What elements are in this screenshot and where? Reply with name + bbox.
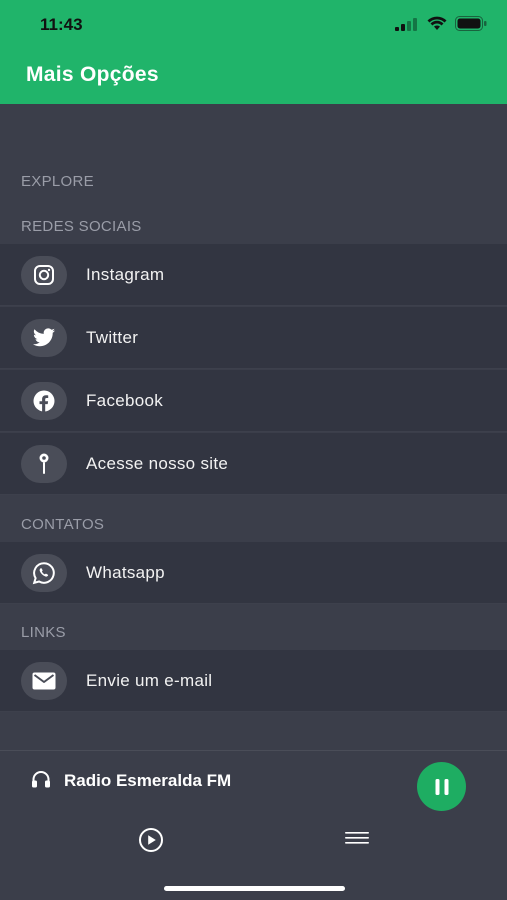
list-item-twitter[interactable]: Twitter: [0, 307, 507, 369]
item-label: Twitter: [86, 327, 139, 347]
twitter-icon: [33, 327, 55, 346]
section-links: LINKS: [21, 624, 66, 641]
wifi-icon: [427, 16, 447, 30]
item-label: Facebook: [86, 390, 164, 410]
list-item-facebook[interactable]: Facebook: [0, 370, 507, 432]
home-indicator: [164, 886, 345, 891]
mail-icon: [32, 672, 56, 689]
pin-icon: [39, 453, 49, 474]
list-item-site[interactable]: Acesse nosso site: [0, 433, 507, 495]
player-bar: Radio Esmeralda FM: [0, 750, 507, 900]
item-label: Whatsapp: [86, 562, 165, 582]
status-time: 11:43: [40, 15, 83, 34]
item-label: Instagram: [86, 264, 165, 284]
menu-icon[interactable]: [345, 830, 369, 846]
instagram-icon: [34, 264, 54, 285]
item-label: Envie um e-mail: [86, 670, 213, 690]
app-header: 11:43 Mais Opções: [0, 0, 507, 104]
section-contacts: CONTATOS: [21, 516, 105, 533]
status-icons: [395, 16, 487, 31]
facebook-icon: [33, 390, 55, 411]
pause-icon: [435, 778, 448, 795]
section-explore[interactable]: EXPLORE: [21, 173, 94, 190]
list-item-email[interactable]: Envie um e-mail: [0, 650, 507, 712]
page-title: Mais Opções: [26, 63, 159, 86]
headphones-icon: [32, 771, 50, 788]
signal-icon: [395, 17, 417, 31]
station-name: Radio Esmeralda FM: [64, 771, 232, 790]
list-item-instagram[interactable]: Instagram: [0, 244, 507, 306]
list-item-whatsapp[interactable]: Whatsapp: [0, 542, 507, 604]
pause-button[interactable]: [417, 762, 466, 811]
play-circle-icon[interactable]: [138, 827, 164, 853]
whatsapp-icon: [32, 561, 55, 584]
section-social: REDES SOCIAIS: [21, 218, 142, 235]
item-label: Acesse nosso site: [86, 453, 229, 473]
battery-icon: [455, 16, 487, 31]
